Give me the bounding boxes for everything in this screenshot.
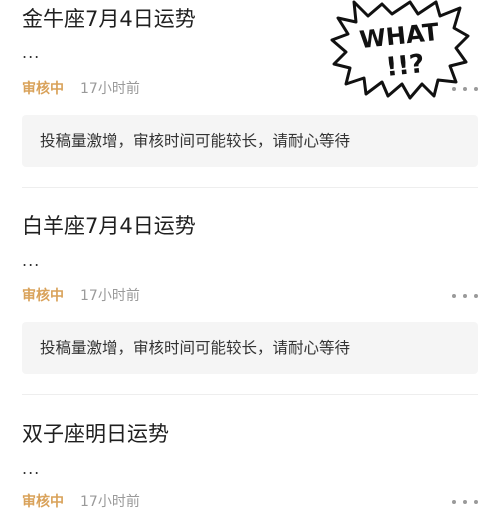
review-notice-text: 投稿量激增，审核时间可能较长，请耐心等待 bbox=[40, 339, 351, 357]
status-badge: 审核中 bbox=[22, 494, 64, 510]
divider bbox=[22, 394, 478, 395]
post-title[interactable]: 双子座明日运势 bbox=[22, 421, 169, 447]
post-excerpt: ... bbox=[22, 459, 41, 478]
status-badge: 审核中 bbox=[22, 288, 64, 304]
status-badge: 审核中 bbox=[22, 81, 64, 97]
dot bbox=[474, 87, 478, 91]
timestamp: 17小时前 bbox=[80, 81, 140, 97]
more-options-icon[interactable] bbox=[452, 286, 478, 306]
post-title[interactable]: 白羊座7月4日运势 bbox=[22, 213, 196, 239]
review-notice: 投稿量激增，审核时间可能较长，请耐心等待 bbox=[22, 115, 478, 167]
timestamp: 17小时前 bbox=[80, 494, 140, 510]
divider bbox=[22, 187, 478, 188]
dot bbox=[463, 294, 467, 298]
dot bbox=[474, 500, 478, 504]
timestamp: 17小时前 bbox=[80, 288, 140, 304]
review-notice-text: 投稿量激增，审核时间可能较长，请耐心等待 bbox=[40, 132, 351, 150]
post-meta: 审核中 17小时前 bbox=[22, 286, 478, 306]
review-notice: 投稿量激增，审核时间可能较长，请耐心等待 bbox=[22, 322, 478, 374]
dot bbox=[452, 294, 456, 298]
dot bbox=[474, 294, 478, 298]
post-meta: 审核中 17小时前 bbox=[22, 492, 478, 512]
dot bbox=[463, 500, 467, 504]
dot bbox=[452, 500, 456, 504]
what-sticker-icon: WHAT !!? bbox=[330, 0, 470, 100]
more-options-icon[interactable] bbox=[452, 492, 478, 512]
post-excerpt: ... bbox=[22, 251, 41, 270]
post-title[interactable]: 金牛座7月4日运势 bbox=[22, 6, 196, 32]
post-excerpt: ... bbox=[22, 43, 41, 62]
sticker-text-exclaim: !!? bbox=[384, 49, 426, 83]
